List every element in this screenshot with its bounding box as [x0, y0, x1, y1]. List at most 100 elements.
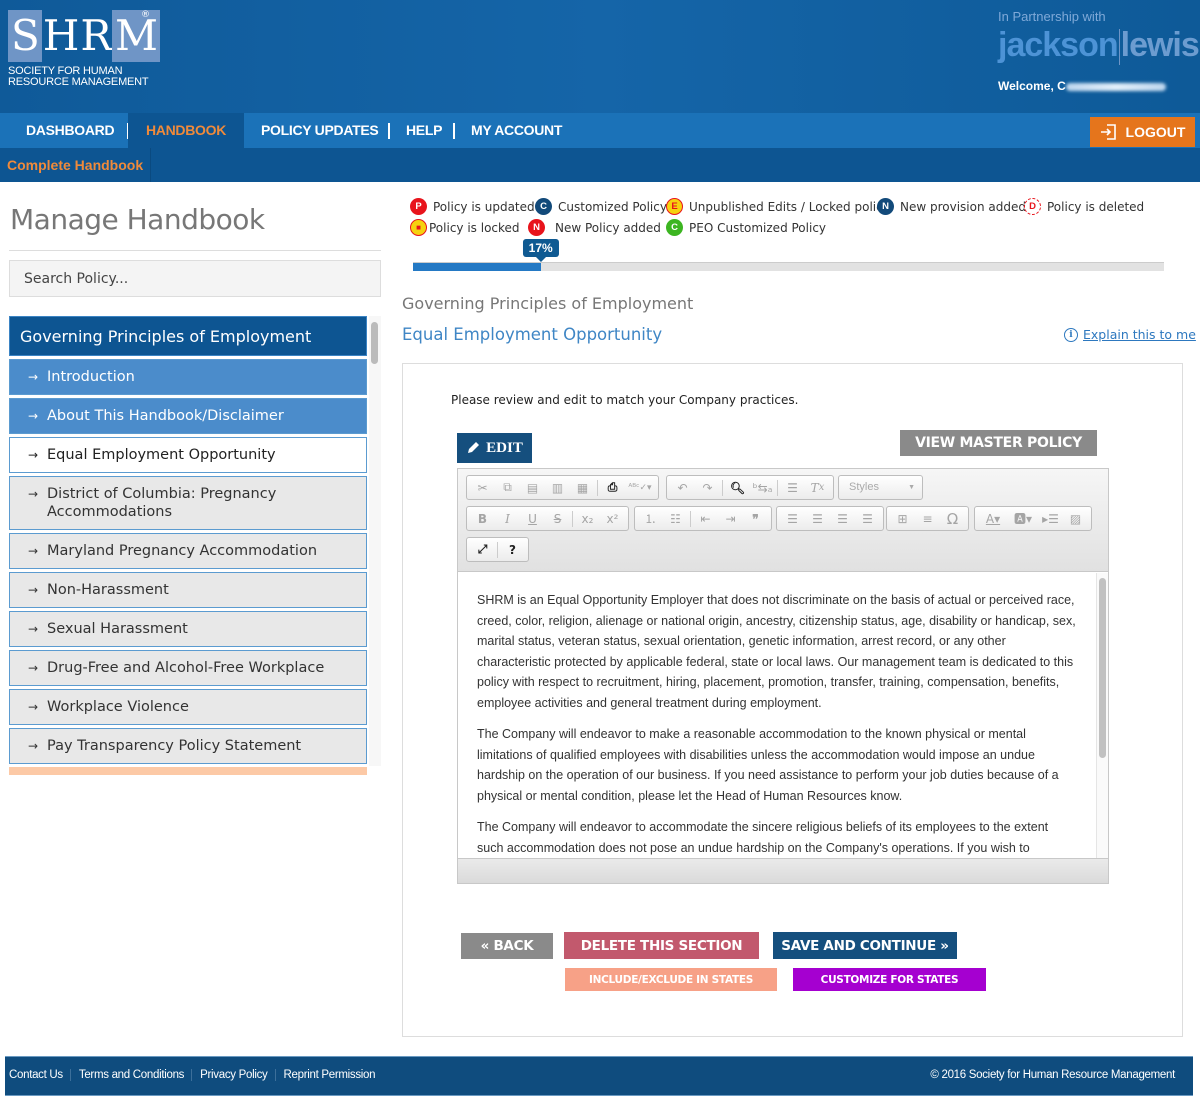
nav-help[interactable]: HELP	[406, 113, 442, 148]
footer-reprint-link[interactable]: Reprint Permission	[284, 1069, 383, 1081]
text-color-icon[interactable]: A▾	[978, 508, 1008, 530]
align-center-icon[interactable]: ☰	[805, 508, 830, 530]
maximize-icon[interactable]: ⤢	[470, 539, 495, 561]
redacted-username	[1065, 82, 1166, 91]
arrow-right-icon: →	[28, 739, 39, 753]
explain-link-text[interactable]: Explain this to me	[1083, 327, 1196, 342]
policy-item[interactable]: → Sexual Harassment	[9, 611, 367, 647]
policy-item[interactable]: → Introduction	[9, 359, 367, 395]
align-justify-icon[interactable]: ☰	[855, 508, 880, 530]
explain-link[interactable]: i Explain this to me	[1064, 327, 1196, 342]
styles-dropdown[interactable]: Styles ▼	[838, 475, 923, 500]
edit-button[interactable]: EDIT	[457, 433, 532, 463]
image-icon[interactable]: ▨	[1063, 508, 1088, 530]
remove-format-icon[interactable]: Tx	[805, 477, 830, 499]
legend-label: Policy is updated	[433, 199, 535, 214]
legend-item: E Unpublished Edits / Locked policy	[666, 198, 890, 215]
subnav-complete-handbook[interactable]: Complete Handbook	[0, 148, 152, 182]
policy-item[interactable]: → Workplace Violence	[9, 689, 367, 725]
toolbar-separator	[777, 479, 778, 496]
cut-icon[interactable]: ✂	[470, 477, 495, 499]
align-group: ☰ ☰ ☰ ☰	[776, 506, 884, 531]
print-icon[interactable]: ⎙	[600, 477, 625, 499]
sidebar-scrollbar[interactable]	[369, 316, 381, 766]
nav-policy-updates[interactable]: POLICY UPDATES	[261, 113, 379, 148]
superscript-icon[interactable]: x²	[600, 508, 625, 530]
logo-letter: R	[80, 11, 112, 60]
footer-privacy-link[interactable]: Privacy Policy	[200, 1069, 276, 1081]
page-title: Manage Handbook	[10, 203, 265, 236]
save-continue-button[interactable]: SAVE AND CONTINUE »	[773, 932, 957, 959]
table-icon[interactable]: ⊞	[890, 508, 915, 530]
outdent-icon[interactable]: ⇤	[693, 508, 718, 530]
policy-item-label: Introduction	[47, 369, 135, 385]
editor-scroll-thumb[interactable]	[1099, 578, 1106, 758]
footer-terms-link[interactable]: Terms and Conditions	[79, 1069, 193, 1081]
next-section-header-partial[interactable]	[9, 767, 367, 775]
align-left-icon[interactable]: ☰	[780, 508, 805, 530]
footer-contact-link[interactable]: Contact Us	[9, 1069, 71, 1081]
policy-panel: Please review and edit to match your Com…	[402, 363, 1183, 1037]
policy-paragraph: The Company will endeavor to make a reas…	[477, 727, 1059, 803]
section-header[interactable]: Governing Principles of Employment	[9, 316, 367, 356]
policy-item[interactable]: → Drug-Free and Alcohol-Free Workplace	[9, 650, 367, 686]
policy-item[interactable]: → Pay Transparency Policy Statement	[9, 728, 367, 764]
arrow-right-icon: →	[28, 544, 39, 558]
shrm-logo[interactable]: S H R M ® SOCIETY FOR HUMAN RESOURCE MAN…	[8, 10, 161, 88]
help-icon[interactable]: ?	[500, 539, 525, 561]
policy-item[interactable]: → Non-Harassment	[9, 572, 367, 608]
paste-text-icon[interactable]: ▥	[545, 477, 570, 499]
policy-item[interactable]: → Maryland Pregnancy Accommodation	[9, 533, 367, 569]
main-nav: DASHBOARD HANDBOOK POLICY UPDATES HELP M…	[0, 113, 1200, 148]
nav-dashboard[interactable]: DASHBOARD	[26, 113, 115, 148]
search-policy-input[interactable]	[9, 260, 381, 297]
policy-item-current[interactable]: → Equal Employment Opportunity	[9, 437, 367, 473]
copy-icon[interactable]: ⧉	[495, 477, 520, 499]
horizontal-rule-icon[interactable]: ≡	[915, 508, 940, 530]
blockquote-icon[interactable]: ❞	[743, 508, 768, 530]
undo-icon[interactable]: ↶	[670, 477, 695, 499]
registered-mark: ®	[141, 10, 150, 20]
logout-button[interactable]: LOGOUT	[1090, 117, 1195, 147]
replace-icon[interactable]: ᵇ⇆ₐ	[750, 477, 775, 499]
copyright-text: © 2016 Society for Human Resource Manage…	[930, 1069, 1175, 1081]
spellcheck-icon[interactable]: ᴬᴮᶜ✓▾	[625, 477, 655, 499]
insert-group: ⊞ ≡ Ω	[886, 506, 969, 531]
toolbar-separator	[690, 510, 691, 527]
view-master-policy-button[interactable]: VIEW MASTER POLICY	[900, 430, 1097, 456]
include-exclude-states-button[interactable]: INCLUDE/EXCLUDE IN STATES	[565, 968, 777, 991]
delete-section-button[interactable]: DELETE THIS SECTION	[564, 932, 759, 959]
policy-item-label: Equal Employment Opportunity	[47, 447, 276, 463]
legend-label: Unpublished Edits / Locked policy	[689, 199, 890, 214]
sidebar-scroll-thumb[interactable]	[371, 322, 378, 364]
align-right-icon[interactable]: ☰	[830, 508, 855, 530]
unpublished-edits-badge-icon: E	[666, 198, 683, 215]
subscript-icon[interactable]: x₂	[575, 508, 600, 530]
redo-icon[interactable]: ↷	[695, 477, 720, 499]
nav-my-account[interactable]: MY ACCOUNT	[471, 113, 562, 148]
find-icon[interactable]: 🔍︎	[725, 477, 750, 499]
color-group: A▾ 🅰▾ ▸☰ ▨	[974, 506, 1092, 531]
editor-scrollbar[interactable]	[1096, 573, 1108, 858]
paste-icon[interactable]: ▤	[520, 477, 545, 499]
underline-icon[interactable]: U	[520, 508, 545, 530]
policy-item[interactable]: → About This Handbook/Disclaimer	[9, 398, 367, 434]
paste-word-icon[interactable]: ▦	[570, 477, 595, 499]
bg-color-icon[interactable]: 🅰▾	[1008, 508, 1038, 530]
show-blocks-icon[interactable]: ▸☰	[1038, 508, 1063, 530]
indent-icon[interactable]: ⇥	[718, 508, 743, 530]
basic-styles-group: B I U S x₂ x²	[466, 506, 629, 531]
customize-states-button[interactable]: CUSTOMIZE FOR STATES	[793, 968, 986, 991]
welcome-text: Welcome, C	[998, 79, 1066, 93]
policy-item[interactable]: → District of Columbia: Pregnancy Accommo…	[9, 476, 367, 530]
back-button[interactable]: « BACK	[461, 933, 553, 959]
select-all-icon[interactable]: ☰	[780, 477, 805, 499]
special-char-icon[interactable]: Ω	[940, 508, 965, 530]
editor-content[interactable]: SHRM is an Equal Opportunity Employer th…	[458, 573, 1096, 858]
strikethrough-icon[interactable]: S	[545, 508, 570, 530]
bold-icon[interactable]: B	[470, 508, 495, 530]
numbered-list-icon[interactable]: ⒈	[638, 508, 663, 530]
italic-icon[interactable]: I	[495, 508, 520, 530]
nav-handbook[interactable]: HANDBOOK	[128, 113, 245, 148]
bulleted-list-icon[interactable]: ☷	[663, 508, 688, 530]
